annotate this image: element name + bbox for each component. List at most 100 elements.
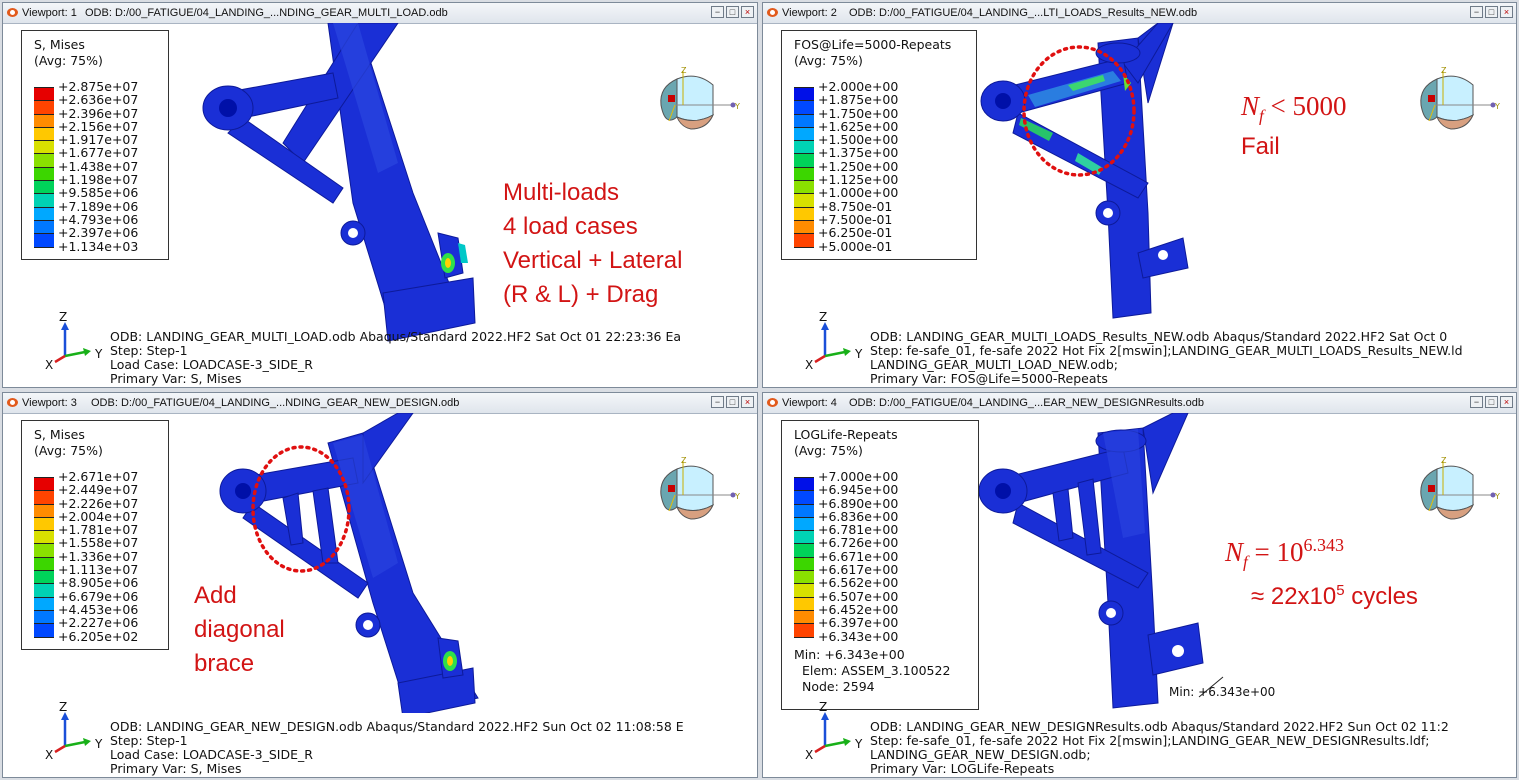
minimize-button[interactable]: − — [1470, 6, 1483, 18]
info-line: Load Case: LOADCASE-3_SIDE_R — [110, 357, 313, 372]
viewport-1[interactable]: Viewport: 1 ODB: D:/00_FATIGUE/04_LANDIN… — [2, 2, 758, 388]
legend-value: +2.397e+06 — [58, 225, 139, 241]
failure-region-circle — [1022, 45, 1136, 177]
legend-value: +6.343e+00 — [818, 628, 899, 644]
annotation-text: Add diagonal brace — [194, 579, 285, 681]
legend-value: +2.156e+07 — [58, 118, 139, 134]
view-cube-icon[interactable]: ZY — [655, 65, 745, 135]
viewport-info-block: ODB: LANDING_GEAR_NEW_DESIGN.odb Abaqus/… — [110, 720, 684, 776]
legend-value: +6.205e+02 — [58, 628, 139, 644]
annotation-cycles: ≈ 22x105 cycles — [1251, 574, 1418, 614]
close-button[interactable]: × — [741, 6, 754, 18]
view-cube-icon[interactable]: ZY — [655, 455, 745, 525]
landing-gear-model[interactable] — [183, 23, 523, 343]
viewport-titlebar[interactable]: Viewport: 2 ODB: D:/00_FATIGUE/04_LANDIN… — [763, 3, 1516, 24]
legend-swatch — [794, 167, 814, 182]
viewport-4[interactable]: Viewport: 4 ODB: D:/00_FATIGUE/04_LANDIN… — [762, 392, 1517, 778]
legend-min-node: Node: 2594 — [802, 679, 875, 694]
view-cube-icon[interactable]: ZY — [1415, 455, 1505, 525]
viewport-info-block: ODB: LANDING_GEAR_MULTI_LOAD.odb Abaqus/… — [110, 330, 681, 386]
viewport-titlebar[interactable]: Viewport: 1 ODB: D:/00_FATIGUE/04_LANDIN… — [3, 3, 757, 24]
legend-value: +2.875e+07 — [58, 79, 139, 94]
legend-value: +1.336e+07 — [58, 548, 139, 564]
legend-swatch — [794, 234, 814, 248]
legend-title: FOS@Life=5000-Repeats — [794, 37, 952, 52]
cycles-value: ≈ 22x10 — [1251, 583, 1337, 610]
legend-value: +8.905e+06 — [58, 575, 139, 591]
info-line: Primary Var: FOS@Life=5000-Repeats — [870, 371, 1108, 386]
legend-value: +1.677e+07 — [58, 145, 139, 161]
restore-button[interactable]: □ — [726, 396, 739, 408]
viewport-odb-title: ODB: D:/00_FATIGUE/04_LANDING_...NDING_G… — [91, 397, 460, 409]
legend-min-value: Min: +6.343e+00 — [794, 647, 905, 662]
brace-region-circle — [251, 445, 351, 573]
legend-value: +7.000e+00 — [818, 469, 899, 484]
annotation-nf-life: Nf = 106.343 — [1225, 535, 1344, 572]
legend-color-bar — [34, 477, 54, 638]
annotation-nf-fail: Nf < 5000 — [1241, 91, 1346, 126]
landing-gear-model[interactable] — [973, 413, 1243, 713]
annotation-line: Vertical + Lateral — [503, 247, 683, 274]
legend-value: +1.134e+03 — [58, 238, 139, 254]
info-line: Load Case: LOADCASE-3_SIDE_R — [110, 747, 313, 762]
annotation-line: brace — [194, 650, 255, 677]
legend-value: +8.750e-01 — [818, 198, 893, 214]
close-button[interactable]: × — [741, 396, 754, 408]
minimize-button[interactable]: − — [711, 396, 724, 408]
legend-swatch — [794, 220, 814, 235]
close-button[interactable]: × — [1500, 6, 1513, 18]
legend-value: +1.625e+00 — [818, 118, 899, 134]
restore-button[interactable]: □ — [1485, 396, 1498, 408]
legend-swatch — [794, 207, 814, 221]
legend-avg: (Avg: 75%) — [34, 443, 103, 458]
legend-swatch — [34, 504, 54, 518]
legend-value: +5.000e-01 — [818, 238, 893, 254]
axis-triad-icon: Z Y X — [45, 702, 103, 762]
triad-z-label: Z — [59, 312, 67, 324]
legend-color-bar — [794, 477, 814, 638]
legend-swatch — [794, 141, 814, 155]
triad-y-label: Y — [94, 347, 103, 361]
legend-value: +4.453e+06 — [58, 601, 139, 617]
contour-legend: S, Mises (Avg: 75%) +2.671e+07 +2.449e+07 +… — [21, 420, 169, 650]
legend-value: +1.198e+07 — [58, 172, 139, 188]
view-cube-z-label: Z — [1441, 66, 1447, 75]
viewport-3[interactable]: Viewport: 3 ODB: D:/00_FATIGUE/04_LANDIN… — [2, 392, 758, 778]
legend-swatch — [34, 517, 54, 532]
abaqus-viewport-icon — [767, 398, 778, 407]
view-cube-y-label: Y — [734, 102, 740, 111]
triad-x-label: X — [805, 748, 813, 762]
legend-avg: (Avg: 75%) — [34, 53, 103, 68]
viewport-titlebar[interactable]: Viewport: 4 ODB: D:/00_FATIGUE/04_LANDIN… — [763, 393, 1516, 414]
legend-swatch — [794, 101, 814, 115]
legend-swatch — [794, 517, 814, 532]
legend-value: +1.750e+00 — [818, 105, 899, 121]
legend-swatch — [794, 127, 814, 142]
legend-value: +2.449e+07 — [58, 482, 139, 498]
legend-swatch — [794, 181, 814, 195]
annotation-line: 4 load cases — [503, 213, 638, 240]
viewport-info-block: ODB: LANDING_GEAR_NEW_DESIGNResults.odb … — [870, 720, 1449, 776]
legend-swatch — [794, 154, 814, 168]
annotation-line: Add — [194, 582, 237, 609]
legend-swatch — [794, 544, 814, 558]
minimize-button[interactable]: − — [711, 6, 724, 18]
restore-button[interactable]: □ — [726, 6, 739, 18]
triad-y-label: Y — [94, 737, 103, 751]
viewport-titlebar[interactable]: Viewport: 3 ODB: D:/00_FATIGUE/04_LANDIN… — [3, 393, 757, 414]
restore-button[interactable]: □ — [1485, 6, 1498, 18]
close-button[interactable]: × — [1500, 396, 1513, 408]
legend-value: +1.375e+00 — [818, 145, 899, 161]
minimize-button[interactable]: − — [1470, 396, 1483, 408]
legend-swatch — [34, 491, 54, 505]
axis-triad-icon: Z Y X — [45, 312, 103, 372]
legend-swatch — [794, 194, 814, 208]
viewport-2[interactable]: Viewport: 2 ODB: D:/00_FATIGUE/04_LANDIN… — [762, 2, 1517, 388]
legend-swatch — [34, 597, 54, 611]
legend-value: +2.000e+00 — [818, 79, 899, 94]
legend-value: +6.250e-01 — [818, 225, 893, 241]
legend-title: S, Mises — [34, 427, 85, 442]
legend-swatch — [34, 194, 54, 208]
view-cube-icon[interactable]: ZY — [1415, 65, 1505, 135]
legend-value: +6.617e+00 — [818, 562, 899, 578]
